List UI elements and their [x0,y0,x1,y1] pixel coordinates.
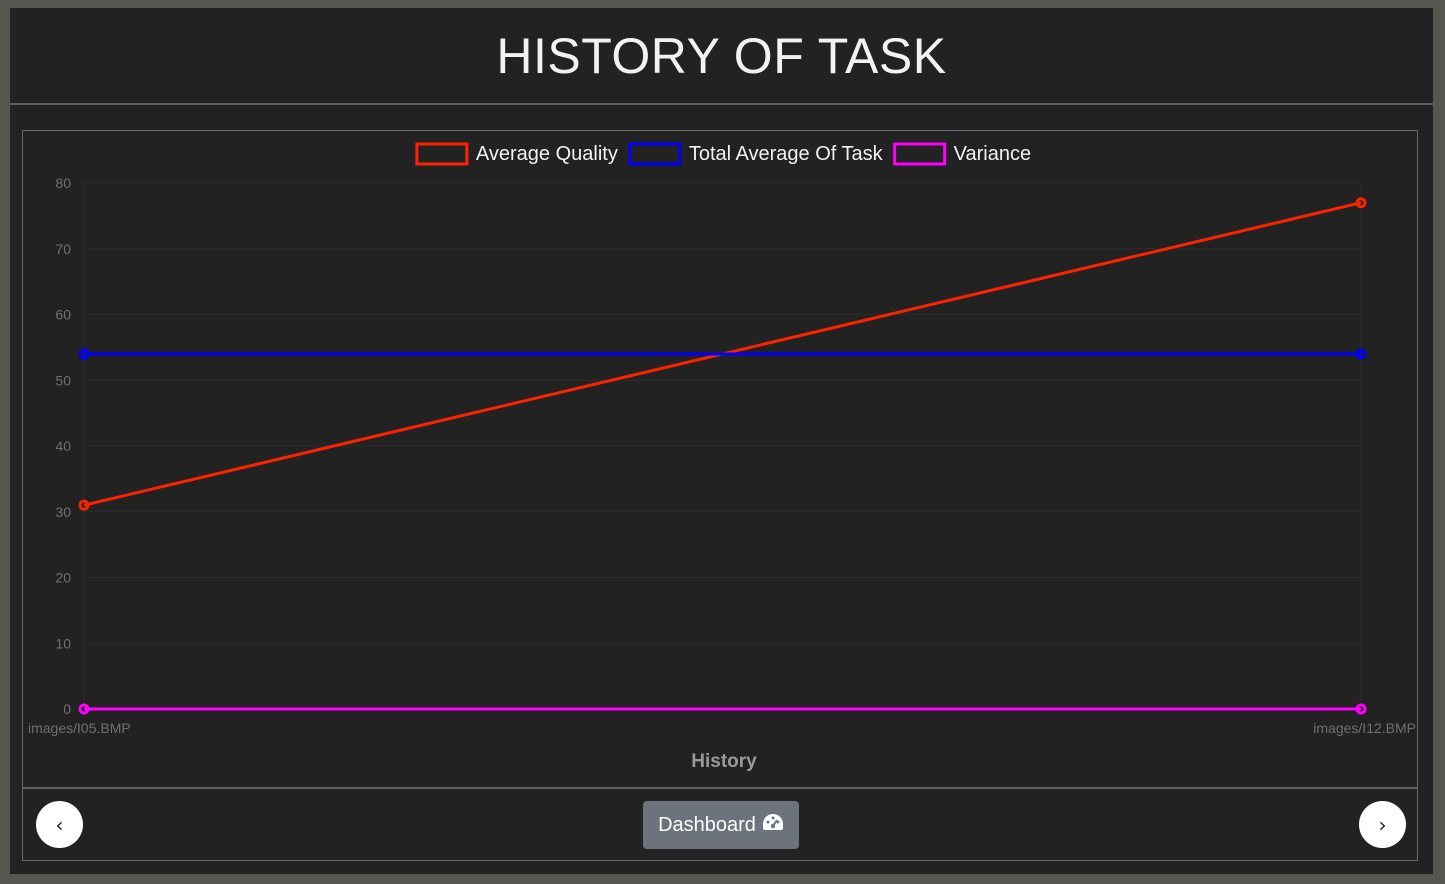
chart-grid [83,182,1362,710]
card-footer: ‹ Dashboard › [23,787,1417,862]
y-tick-label: 40 [55,438,71,454]
x-tick-label: images/I05.BMP [28,720,131,736]
chart-card: Average Quality Total Average Of Task Vari… [22,130,1418,861]
y-tick-label: 70 [55,241,71,257]
page-title: HISTORY OF TASK [496,27,947,84]
y-axis: 0 10 20 30 40 50 60 70 80 [55,175,71,717]
dashboard-label: Dashboard [658,813,756,836]
y-tick-label: 50 [55,372,71,388]
previous-button[interactable]: ‹ [36,801,83,848]
series-1 [78,348,1367,360]
x-tick-label: images/I12.BMP [1313,720,1416,736]
dashboard-button[interactable]: Dashboard [643,801,799,849]
legend-label: Average Quality [476,143,618,165]
chart-area: Average Quality Total Average Of Task Vari… [23,131,1417,787]
legend-label: Variance [954,143,1031,165]
chevron-right-icon: › [1378,812,1387,837]
y-tick-label: 20 [55,570,71,586]
y-tick-label: 0 [63,701,71,717]
legend-item-1: Total Average Of Task [628,142,884,166]
x-axis-label: History [691,751,757,772]
y-tick-label: 30 [55,504,71,520]
line-chart: Average Quality Total Average Of Task Vari… [28,142,1416,772]
next-button[interactable]: › [1359,801,1406,848]
chevron-left-icon: ‹ [55,812,64,837]
legend-item-0: Average Quality [415,142,618,166]
page-frame: HISTORY OF TASK Average Quality Total Ave… [10,8,1433,874]
page-header: HISTORY OF TASK [10,8,1433,105]
x-axis: images/I05.BMP images/I12.BMP [28,720,1416,736]
legend-label: Total Average Of Task [689,143,884,165]
series-2 [78,703,1367,715]
y-tick-label: 60 [55,307,71,323]
chart-series [78,197,1367,715]
y-tick-label: 10 [55,635,71,651]
legend-swatch [415,142,469,166]
chart-legend: Average Quality Total Average Of Task Vari… [415,142,1031,166]
y-tick-label: 80 [55,175,71,191]
legend-item-2: Variance [893,142,1031,166]
legend-swatch [893,142,947,166]
tachometer-icon [762,813,784,837]
legend-swatch [628,142,682,166]
